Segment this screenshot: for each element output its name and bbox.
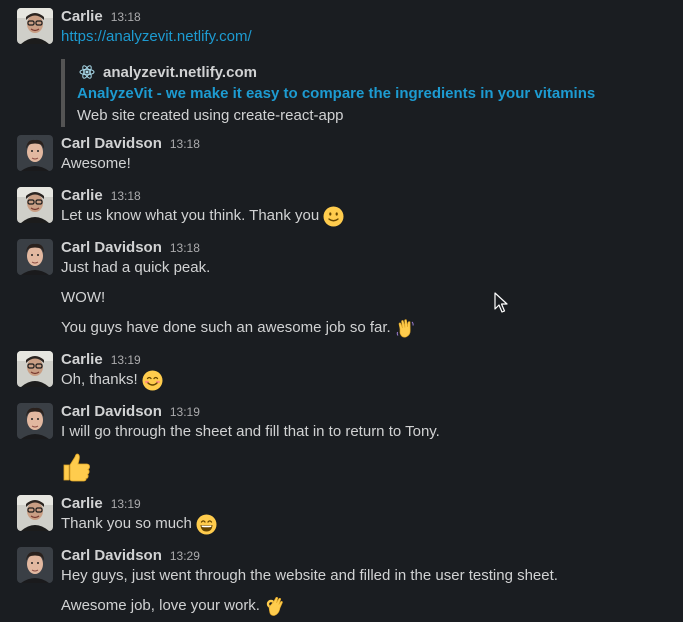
avatar-carl[interactable] (17, 547, 53, 583)
grinning-face-emoji[interactable] (196, 514, 217, 535)
slightly-smiling-face-emoji[interactable] (323, 206, 344, 227)
unfurl-site-name: analyzevit.netlify.com (103, 63, 257, 81)
sender-name[interactable]: Carlie (61, 495, 103, 512)
unfurl-description: Web site created using create-react-app (77, 107, 344, 124)
smiling-face-emoji[interactable] (142, 370, 163, 391)
timestamp[interactable]: 13:19 (111, 353, 141, 367)
mouse-pointer-icon (494, 292, 508, 314)
message-feed: Carlie 13:18 https://analyzevit.netlify.… (0, 0, 683, 622)
sender-name[interactable]: Carl Davidson (61, 403, 162, 420)
message-text: You guys have done such an awesome job s… (61, 319, 391, 336)
ok-hand-emoji[interactable] (264, 596, 285, 617)
avatar-carlie[interactable] (17, 495, 53, 531)
thumbs-up-emoji[interactable] (61, 451, 93, 483)
react-atom-icon (79, 64, 95, 80)
avatar-carlie[interactable] (17, 187, 53, 223)
link-unfurl: analyzevit.netlify.com AnalyzeVit - we m… (61, 59, 625, 127)
timestamp[interactable]: 13:18 (111, 189, 141, 203)
message-text: Just had a quick peak. (61, 259, 211, 276)
avatar-carl[interactable] (17, 403, 53, 439)
message-text: Thank you so much (61, 515, 192, 532)
timestamp[interactable]: 13:18 (170, 241, 200, 255)
sender-name[interactable]: Carlie (61, 8, 103, 25)
avatar-carl[interactable] (17, 135, 53, 171)
sender-name[interactable]: Carlie (61, 351, 103, 368)
message-text: Oh, thanks! (61, 371, 138, 388)
sender-name[interactable]: Carlie (61, 187, 103, 204)
unfurl-title-link[interactable]: AnalyzeVit - we make it easy to compare … (77, 85, 595, 102)
message-link[interactable]: https://analyzevit.netlify.com/ (61, 26, 252, 48)
sender-name[interactable]: Carl Davidson (61, 239, 162, 256)
message-text: Hey guys, just went through the website … (61, 567, 558, 584)
message-text: I will go through the sheet and fill tha… (61, 423, 440, 440)
message-text: Awesome! (61, 155, 131, 172)
avatar-carl[interactable] (17, 239, 53, 275)
avatar-carlie[interactable] (17, 8, 53, 44)
message-text: Let us know what you think. Thank you (61, 207, 320, 224)
sender-name[interactable]: Carl Davidson (61, 135, 162, 152)
waving-hand-emoji[interactable] (395, 318, 416, 339)
message-text: Awesome job, love your work. (61, 597, 260, 614)
timestamp[interactable]: 13:18 (170, 137, 200, 151)
timestamp[interactable]: 13:29 (170, 549, 200, 563)
timestamp[interactable]: 13:18 (111, 10, 141, 24)
sender-name[interactable]: Carl Davidson (61, 547, 162, 564)
timestamp[interactable]: 13:19 (111, 497, 141, 511)
avatar-carlie[interactable] (17, 351, 53, 387)
timestamp[interactable]: 13:19 (170, 405, 200, 419)
message-text: WOW! (61, 289, 106, 306)
